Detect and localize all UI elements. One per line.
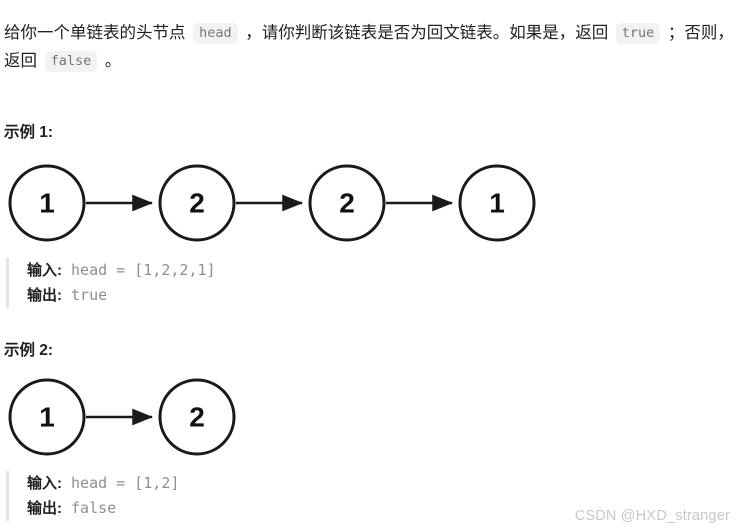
problem-statement: 给你一个单链表的头节点 head ，请你判断该链表是否为回文链表。如果是，返回 … xyxy=(4,19,738,75)
list-node: 2 xyxy=(308,164,386,242)
example-2-io-block: 输入: head = [1,2] 输出: false xyxy=(6,471,179,521)
output-value: false xyxy=(62,499,117,517)
output-label: 输出: xyxy=(27,500,62,517)
list-node: 1 xyxy=(8,164,86,242)
list-node-value: 2 xyxy=(189,402,205,433)
list-node: 1 xyxy=(8,378,86,456)
linked-list-diagram-example-1: 1 2 2 1 xyxy=(0,155,560,253)
input-value: head = [1,2,2,1] xyxy=(62,261,216,279)
list-node-value: 1 xyxy=(39,188,55,219)
example-2-input-line: 输入: head = [1,2] xyxy=(27,471,179,496)
statement-text-part-2: ，请你判断该链表是否为回文链表。如果是，返回 xyxy=(240,23,613,42)
watermark: CSDN @HXD_stranger xyxy=(574,508,730,524)
code-true: true xyxy=(615,22,661,44)
linked-list-diagram-example-2: 1 2 xyxy=(0,369,300,467)
input-value: head = [1,2] xyxy=(62,474,180,492)
list-node: 2 xyxy=(158,378,236,456)
code-false: false xyxy=(44,50,98,72)
example-1-input-line: 输入: head = [1,2,2,1] xyxy=(27,258,216,283)
input-label: 输入: xyxy=(27,262,62,279)
output-label: 输出: xyxy=(27,287,62,304)
list-node-value: 1 xyxy=(489,188,505,219)
statement-text-part-4: 。 xyxy=(100,51,122,70)
list-node-value: 2 xyxy=(189,188,205,219)
output-value: true xyxy=(62,286,108,304)
list-node: 2 xyxy=(158,164,236,242)
problem-page: 给你一个单链表的头节点 head ，请你判断该链表是否为回文链表。如果是，返回 … xyxy=(0,0,740,532)
example-1-io-block: 输入: head = [1,2,2,1] 输出: true xyxy=(6,258,216,308)
list-node: 1 xyxy=(458,164,536,242)
code-head: head xyxy=(193,22,238,44)
list-node-value: 1 xyxy=(39,402,55,433)
input-label: 输入: xyxy=(27,475,62,492)
example-2-heading: 示例 2: xyxy=(4,342,54,359)
example-1-output-line: 输出: true xyxy=(27,283,216,308)
list-node-value: 2 xyxy=(339,188,355,219)
example-1-heading: 示例 1: xyxy=(4,124,54,141)
example-2-output-line: 输出: false xyxy=(27,496,179,521)
statement-text-part-1: 给你一个单链表的头节点 xyxy=(4,23,191,42)
